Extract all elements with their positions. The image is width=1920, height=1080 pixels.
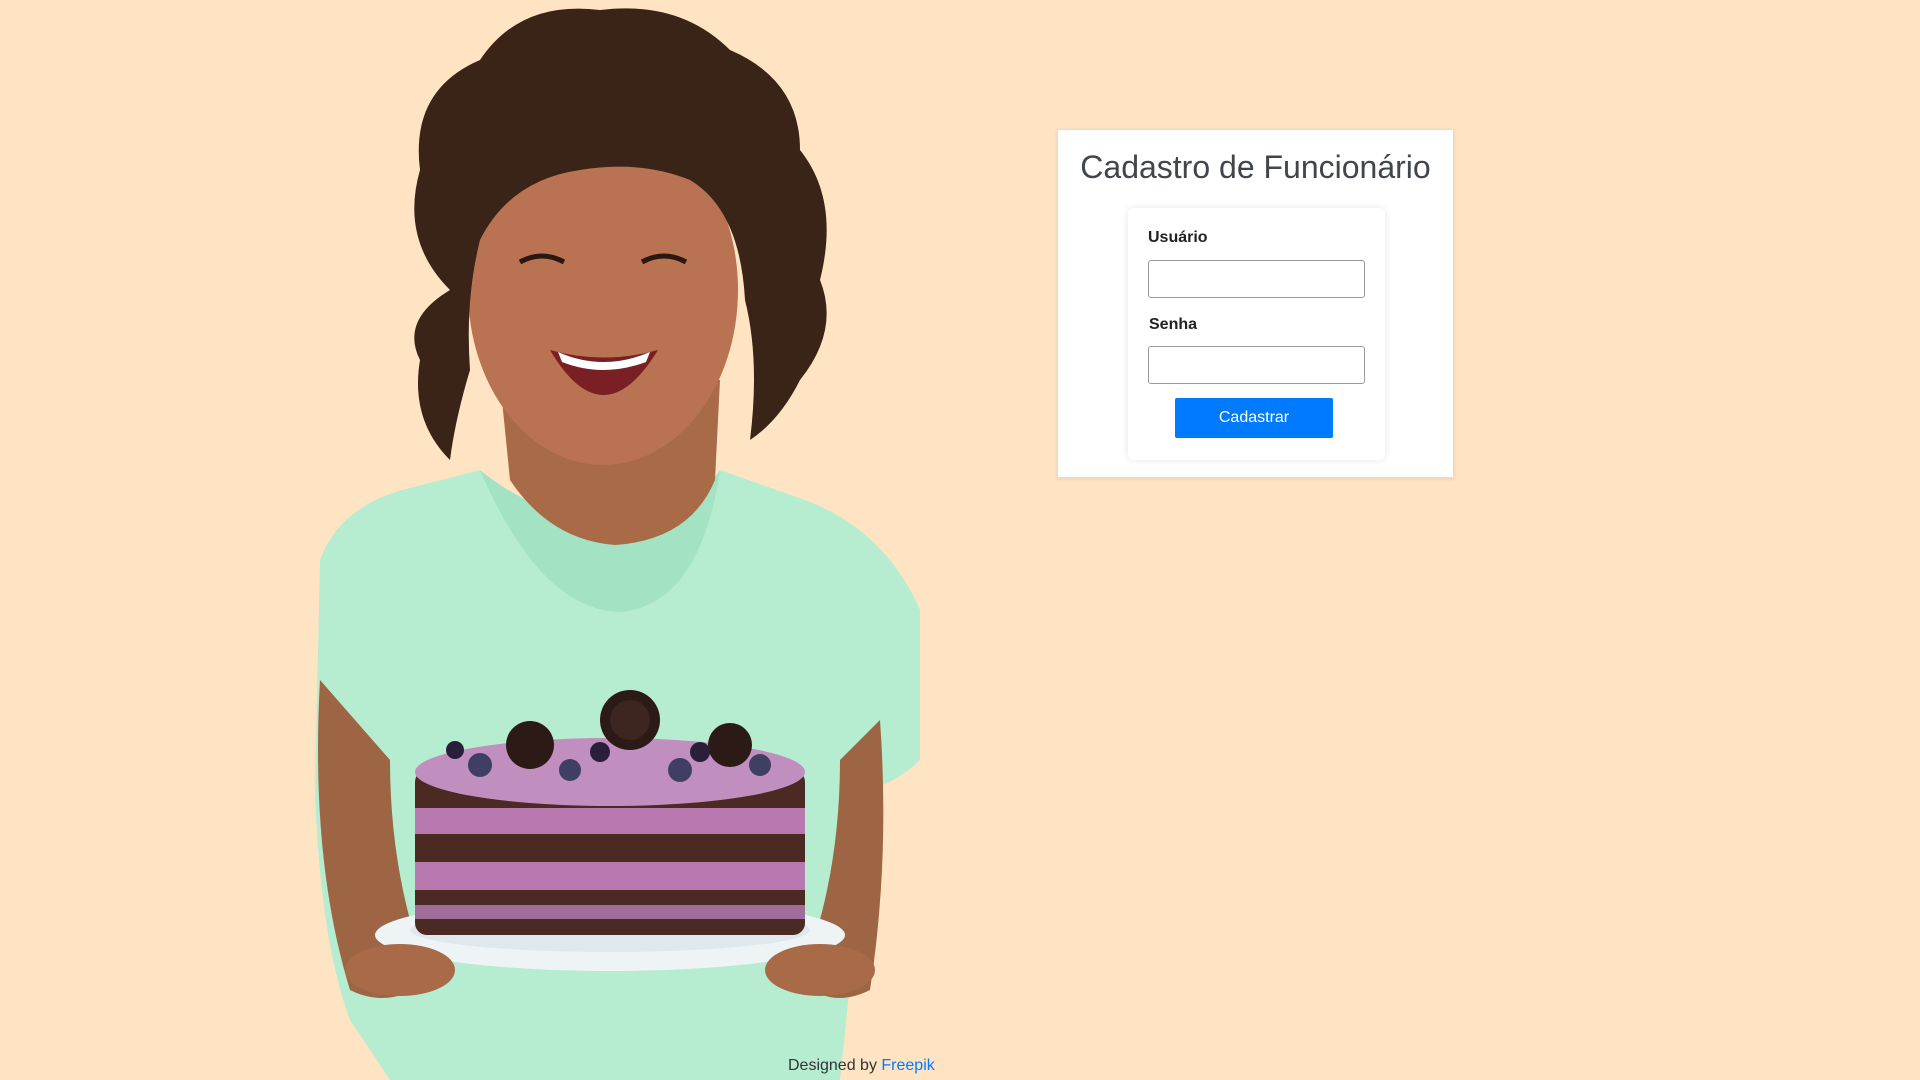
username-input[interactable] xyxy=(1148,260,1365,298)
registration-form: Usuário Senha Cadastrar xyxy=(1128,208,1385,460)
registration-card: Cadastro de Funcionário Usuário Senha Ca… xyxy=(1057,129,1454,478)
password-input[interactable] xyxy=(1148,346,1365,384)
image-credit: Designed by Freepik xyxy=(788,1057,935,1075)
credit-prefix: Designed by xyxy=(788,1057,877,1074)
username-label: Usuário xyxy=(1148,229,1208,246)
freepik-link[interactable]: Freepik xyxy=(881,1057,934,1074)
page-title: Cadastro de Funcionário xyxy=(1080,149,1431,185)
password-label: Senha xyxy=(1149,316,1198,333)
hero-image-woman-with-cake xyxy=(280,0,940,1080)
page: Designed by Freepik Cadastro de Funcioná… xyxy=(0,0,1920,1080)
register-button[interactable]: Cadastrar xyxy=(1175,398,1333,438)
